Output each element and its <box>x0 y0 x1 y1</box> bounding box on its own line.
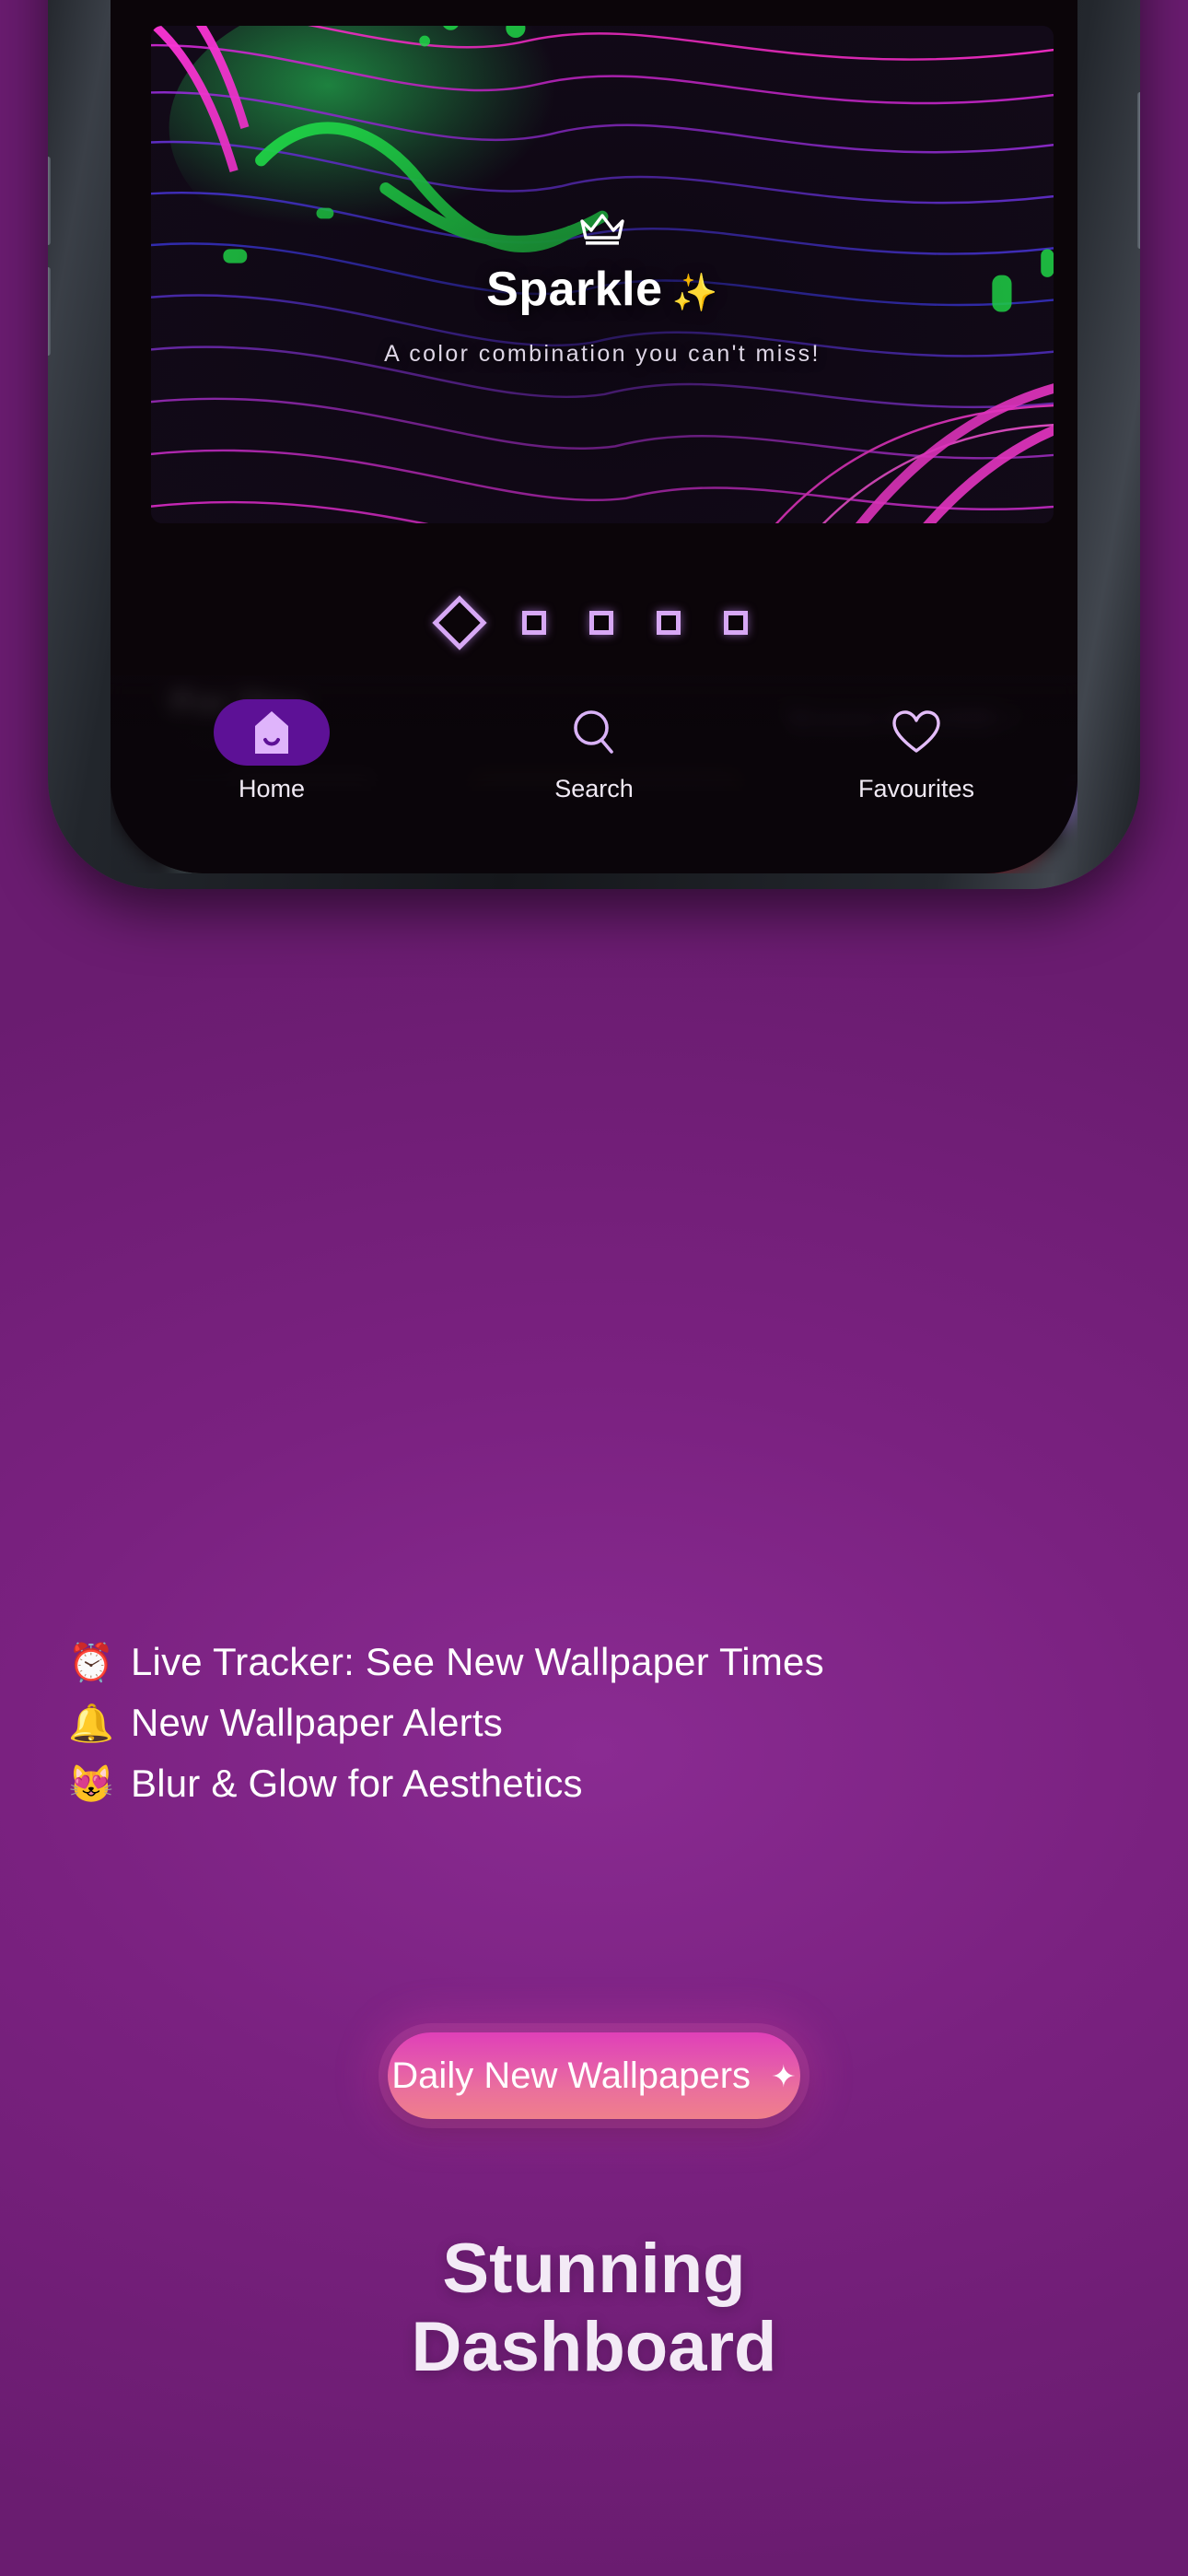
nav-favourites-wrap <box>858 699 974 766</box>
cta-label: Daily New Wallpapers <box>391 2055 751 2096</box>
nav-item-home[interactable]: Home <box>111 699 433 803</box>
heart-eyes-cat-icon: 😻 <box>68 1763 114 1805</box>
hero-subtitle: A color combination you can't miss! <box>384 341 821 367</box>
volume-up-button[interactable] <box>48 157 51 245</box>
feature-list: ⏰ Live Tracker: See New Wallpaper Times … <box>68 1640 1127 1822</box>
bell-icon: 🔔 <box>68 1703 114 1744</box>
headline-line-1: Stunning <box>442 2230 746 2308</box>
bottom-navigation-bar[interactable]: Home Search Favourites <box>111 675 1077 873</box>
page-indicators[interactable] <box>111 595 1077 650</box>
hero-title-text: Sparkle <box>486 263 663 316</box>
home-icon <box>255 711 288 754</box>
nav-item-search[interactable]: Search <box>433 699 755 803</box>
page-indicator-4[interactable] <box>657 611 681 635</box>
phone-frame: Sparkle ✨ A color combination you can't m… <box>48 0 1140 889</box>
feature-text-live-tracker: Live Tracker: See New Wallpaper Times <box>131 1640 824 1683</box>
feature-item-blur-glow: 😻 Blur & Glow for Aesthetics <box>68 1762 1127 1806</box>
sparkle-icon: ✦ <box>771 2058 797 2093</box>
phone-screen: Sparkle ✨ A color combination you can't m… <box>111 0 1077 873</box>
nav-label-home: Home <box>238 775 306 802</box>
page-indicator-2[interactable] <box>522 611 546 635</box>
alarm-clock-icon: ⏰ <box>68 1642 114 1683</box>
power-button[interactable] <box>1137 92 1140 249</box>
search-icon <box>574 710 613 754</box>
daily-new-wallpapers-button[interactable]: Daily New Wallpapers ✦ <box>388 2032 800 2119</box>
nav-search-wrap <box>536 699 652 766</box>
page-indicator-3[interactable] <box>589 611 613 635</box>
feature-text-wallpaper-alerts: New Wallpaper Alerts <box>131 1701 503 1744</box>
heart-icon <box>892 710 940 753</box>
page-indicator-5[interactable] <box>724 611 748 635</box>
sparkle-icon: ✨ <box>671 273 718 313</box>
page-indicator-active[interactable] <box>432 595 487 650</box>
nav-label-favourites: Favourites <box>857 775 975 802</box>
crown-icon <box>580 214 624 245</box>
nav-home-pill <box>214 699 330 766</box>
nav-label-search: Search <box>554 775 634 802</box>
hero-wallpaper-card[interactable]: Sparkle ✨ A color combination you can't m… <box>151 26 1054 523</box>
hero-text-block: Sparkle ✨ A color combination you can't m… <box>151 210 1054 368</box>
hero-title: Sparkle ✨ <box>151 262 1054 317</box>
headline-line-2: Dashboard <box>411 2308 777 2387</box>
page-headline: Stunning Dashboard <box>0 2230 1188 2386</box>
feature-item-live-tracker: ⏰ Live Tracker: See New Wallpaper Times <box>68 1640 1127 1684</box>
nav-item-favourites[interactable]: Favourites <box>755 699 1077 803</box>
volume-down-button[interactable] <box>48 267 51 356</box>
feature-item-wallpaper-alerts: 🔔 New Wallpaper Alerts <box>68 1701 1127 1745</box>
feature-text-blur-glow: Blur & Glow for Aesthetics <box>131 1762 583 1805</box>
